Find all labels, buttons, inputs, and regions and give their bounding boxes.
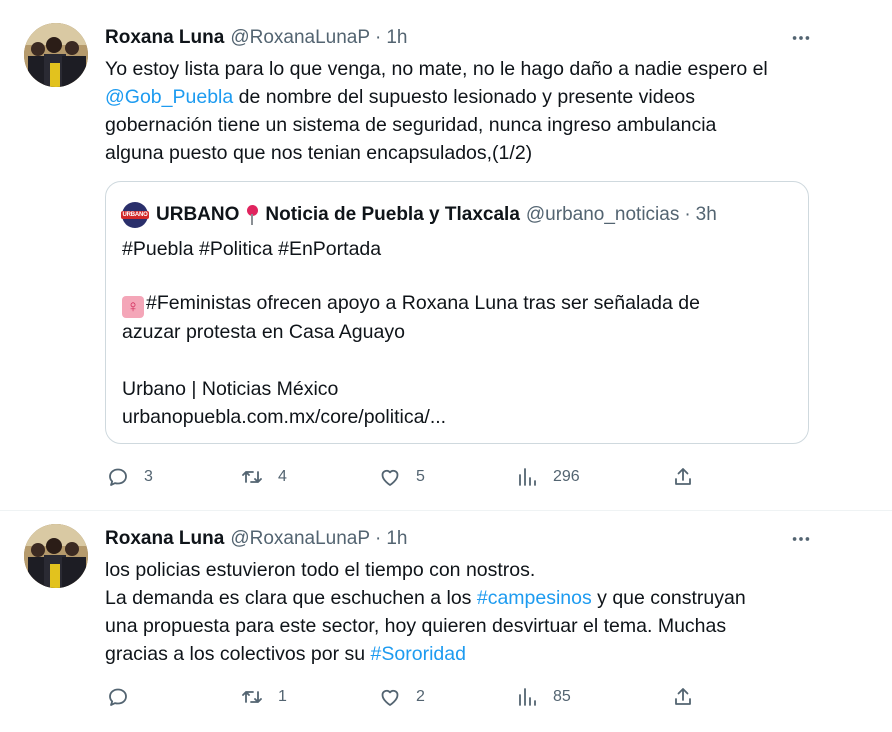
author-name[interactable]: Roxana Luna (105, 27, 224, 49)
quoted-headline-line: azuzar protesta en Casa Aguayo (122, 321, 405, 343)
author-handle[interactable]: @RoxanaLunaP (230, 27, 370, 49)
separator: · (375, 528, 382, 549)
tweet-header: Roxana Luna @RoxanaLunaP · 1h (105, 26, 408, 50)
avatar[interactable] (24, 524, 88, 588)
text-segment: Yo estoy lista para lo que venga, no mat… (105, 58, 768, 80)
author-name[interactable]: Roxana Luna (105, 528, 224, 550)
like-count: 5 (416, 468, 425, 485)
tweet-text: los policias estuvieron todo el tiempo c… (105, 556, 805, 668)
text-line: gobernación tiene un sistema de segurida… (105, 114, 717, 136)
text-segment: gracias a los colectivos por su (105, 643, 371, 665)
quoted-handle[interactable]: @urbano_noticias (526, 204, 679, 226)
mention-link[interactable]: @Gob_Puebla (105, 86, 233, 108)
text-segment: y que construyan (591, 587, 746, 609)
text-line: gracias a los colectivos por su #Sororid… (105, 640, 805, 668)
author-handle[interactable]: @RoxanaLunaP (230, 528, 370, 550)
reply-icon (109, 688, 127, 706)
share-icon (675, 468, 691, 485)
quoted-headline-line: #Feministas ofrecen apoyo a Roxana Luna … (146, 292, 700, 314)
text-line: @Gob_Puebla de nombre del supuesto lesio… (105, 83, 805, 111)
avatar-photo (24, 524, 88, 588)
reply-count: 3 (144, 468, 153, 485)
views-icon (519, 468, 536, 486)
tweet-actions: 1 2 85 (106, 682, 706, 712)
text-segment: de nombre del supuesto lesionado y prese… (233, 86, 696, 108)
female-sign-icon: ♀ (122, 296, 144, 318)
quoted-timestamp[interactable]: 3h (696, 204, 717, 226)
avatar[interactable] (24, 23, 88, 87)
retweet-icon (242, 691, 262, 703)
reply-button[interactable]: 3 (106, 462, 153, 492)
text-line: alguna puesto que nos tenian encapsulado… (105, 142, 533, 164)
hashtag-link[interactable]: #campesinos (477, 587, 592, 609)
timestamp[interactable]: 1h (386, 528, 407, 550)
text-line: Yo estoy lista para lo que venga, no mat… (105, 55, 805, 83)
retweet-count: 4 (278, 468, 287, 485)
reply-icon (109, 468, 127, 486)
quoted-avatar[interactable]: URBANO (121, 202, 149, 228)
pin-icon (245, 204, 259, 226)
like-button[interactable]: 2 (378, 682, 425, 712)
tweet[interactable]: Roxana Luna @RoxanaLunaP · 1h los polici… (0, 511, 892, 732)
text-line: los policias estuvieron todo el tiempo c… (105, 559, 536, 581)
retweet-button[interactable]: 1 (240, 682, 287, 712)
text-line: La demanda es clara que eschuchen a los … (105, 584, 805, 612)
tweet-actions: 3 4 5 296 (106, 462, 706, 492)
like-count: 2 (416, 688, 425, 705)
quoted-headline: ♀ #Feministas ofrecen apoyo a Roxana Luna… (122, 289, 700, 318)
avatar-photo (24, 23, 88, 87)
views-button[interactable]: 85 (515, 682, 571, 712)
timestamp[interactable]: 1h (386, 27, 407, 49)
share-button[interactable] (671, 682, 695, 712)
quoted-source: Urbano | Noticias México (122, 378, 339, 400)
text-line: una propuesta para este sector, hoy quie… (105, 615, 727, 637)
views-button[interactable]: 296 (515, 462, 580, 492)
text-segment: La demanda es clara que eschuchen a los (105, 587, 477, 609)
views-count: 85 (553, 688, 571, 705)
like-button[interactable]: 5 (378, 462, 425, 492)
separator: · (684, 204, 691, 225)
reply-button[interactable] (106, 682, 144, 712)
quoted-avatar-text: URBANO (121, 211, 149, 219)
retweet-button[interactable]: 4 (240, 462, 287, 492)
tweet-header: Roxana Luna @RoxanaLunaP · 1h (105, 527, 408, 551)
share-icon (675, 688, 691, 705)
retweet-count: 1 (278, 688, 287, 705)
more-icon (792, 36, 810, 40)
more-button[interactable] (786, 26, 816, 50)
tweet-text: Yo estoy lista para lo que venga, no mat… (105, 55, 805, 167)
more-button[interactable] (786, 527, 816, 551)
quoted-url[interactable]: urbanopuebla.com.mx/core/politica/... (122, 403, 446, 431)
views-count: 296 (553, 468, 580, 485)
quoted-author-name-suffix[interactable]: Noticia de Puebla y Tlaxcala (265, 204, 520, 226)
quoted-tweet[interactable]: URBANO URBANO Noticia de Puebla y Tlaxca… (105, 181, 809, 444)
hashtag-link[interactable]: #Sororidad (371, 643, 466, 665)
like-icon (381, 469, 399, 486)
views-icon (519, 688, 536, 706)
more-icon (792, 537, 810, 541)
retweet-icon (242, 471, 262, 483)
quoted-hashtags: #Puebla #Politica #EnPortada (122, 238, 382, 260)
share-button[interactable] (671, 462, 695, 492)
quoted-author-name[interactable]: URBANO (156, 204, 239, 226)
quoted-tweet-header: URBANO URBANO Noticia de Puebla y Tlaxca… (121, 202, 717, 228)
separator: · (375, 27, 382, 48)
like-icon (381, 689, 399, 706)
tweet[interactable]: Roxana Luna @RoxanaLunaP · 1h Yo estoy l… (0, 0, 892, 511)
